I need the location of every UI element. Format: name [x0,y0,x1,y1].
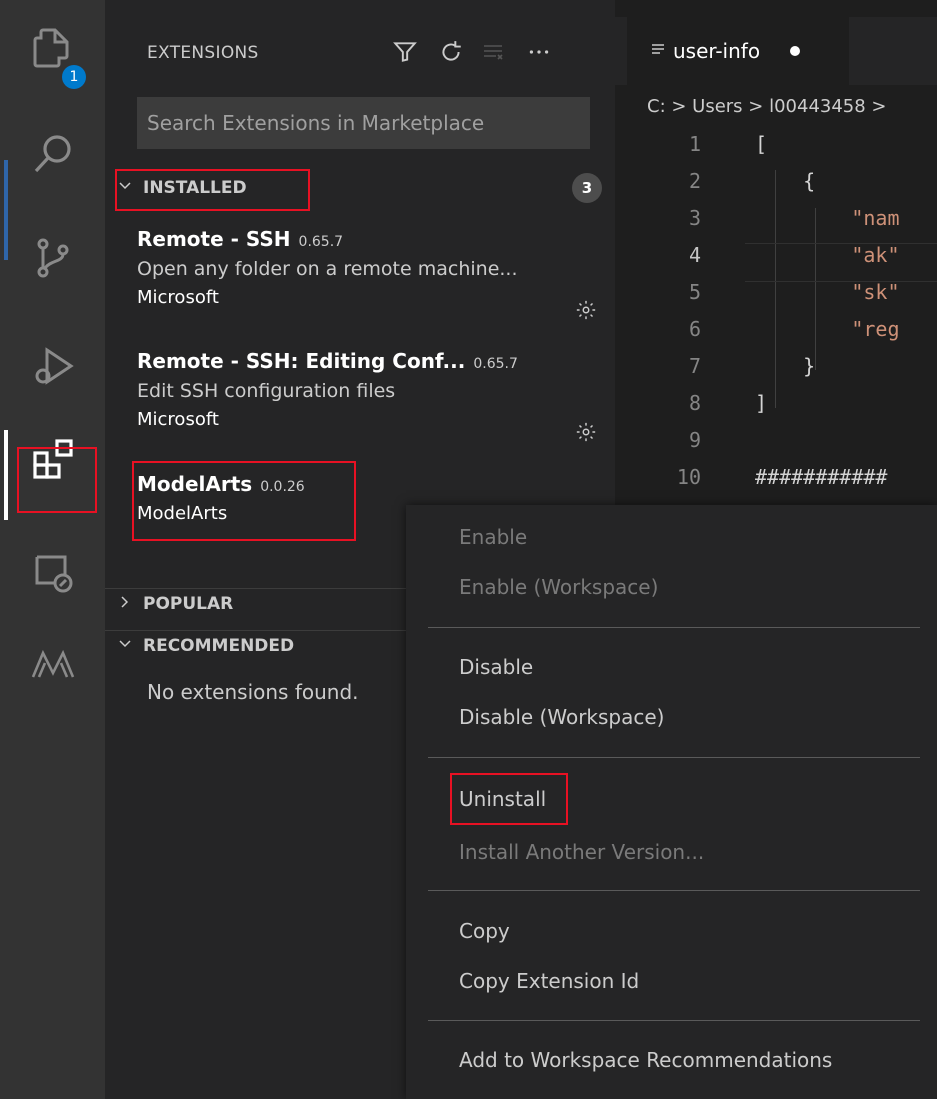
code-line: 5 "sk" [615,280,937,317]
search-icon [29,131,77,183]
menu-item-add-to-workspace-recommendations[interactable]: Add to Workspace Recommendations [459,1048,832,1072]
code-line: 4 "ak" [615,243,937,280]
menu-item-enable-workspace: Enable (Workspace) [459,575,659,599]
remote-explorer-icon [29,549,77,601]
line-number: 10 [676,465,701,489]
activity-search[interactable] [0,112,105,202]
filter-icon [392,39,418,69]
tab-label: user-info [673,39,761,63]
line-number: 8 [688,391,701,415]
extension-name: Remote - SSH: Editing Conf... [137,349,466,373]
line-number: 4 [688,243,701,267]
line-text: [ [755,132,768,156]
activity-modelarts[interactable] [0,622,105,712]
menu-item-enable: Enable [459,525,528,549]
menu-item-install-another-version: Install Another Version... [459,840,705,864]
line-number: 3 [688,206,701,230]
activity-bar: 1 [0,0,105,1099]
recommended-label: RECOMMENDED [143,636,295,656]
extension-publisher: Microsoft [137,409,219,430]
menu-separator [428,890,920,891]
vscode-window: 1 EXTENSIONS Search Extensions in Market… [0,0,937,1099]
code-line: 8] [615,391,937,428]
line-text: { [755,169,816,193]
extension-name-row: Remote - SSH: Editing Conf... 0.65.7 [137,349,597,373]
activity-explorer[interactable]: 1 [0,5,105,95]
more-icon [526,39,552,69]
refresh-icon [438,39,464,69]
filter-button[interactable] [392,36,418,72]
line-text: "reg [755,317,900,341]
line-text: "sk" [755,280,900,304]
line-number: 2 [688,169,701,193]
menu-separator [428,627,920,628]
activity-scroll-marker [4,160,8,260]
highlight-installed [115,169,310,211]
extension-item-remote-ssh-edit[interactable]: Remote - SSH: Editing Conf... 0.65.7 Edit… [137,349,597,442]
highlight-extensions-activity [17,447,97,513]
line-text: } [755,354,816,378]
line-text: ########### [755,465,888,489]
extension-name: Remote - SSH [137,227,291,251]
refresh-button[interactable] [438,36,464,72]
line-text: ] [755,391,768,415]
line-number: 1 [688,132,701,156]
menu-item-disable[interactable]: Disable [459,655,533,679]
extension-version: 0.65.7 [473,356,518,372]
menu-separator [428,757,920,758]
extension-item-remote-ssh[interactable]: Remote - SSH 0.65.7 Open any folder on a … [137,227,597,320]
line-text: "ak" [755,243,900,267]
code-line: 3 "nam [615,206,937,243]
explorer-badge: 1 [62,65,86,89]
run-debug-icon [29,342,77,394]
more-actions-button[interactable] [526,36,552,72]
extension-description: Open any folder on a remote machine... [137,258,518,280]
code-line: 2 { [615,169,937,206]
popular-label: POPULAR [143,594,234,614]
line-number: 9 [688,428,701,452]
manage-gear-icon[interactable] [575,421,597,443]
highlight-uninstall [450,773,568,825]
installed-count-badge: 3 [572,173,602,203]
search-placeholder: Search Extensions in Marketplace [147,111,485,135]
line-number: 6 [688,317,701,341]
clear-icon [481,40,505,68]
tab-user-info[interactable]: user-info [627,17,849,85]
text-file-icon [651,39,665,63]
unsaved-dot-icon[interactable] [790,46,801,56]
sidebar-title: EXTENSIONS [147,43,259,63]
chevron-down-icon [117,636,137,657]
menu-item-copy[interactable]: Copy [459,919,510,943]
code-line: 10 ########### [615,465,937,502]
activity-source-control[interactable] [0,215,105,305]
extension-name-row: Remote - SSH 0.65.7 [137,227,597,251]
line-number: 7 [688,354,701,378]
code-line: 6 "reg [615,317,937,354]
editor-tab-bar: user-info [615,17,937,85]
activity-remote-explorer[interactable] [0,530,105,620]
manage-gear-icon[interactable] [575,299,597,321]
code-line: 7 } [615,354,937,391]
highlight-modelarts [132,461,356,541]
code-line: 9 [615,428,937,465]
extension-context-menu: Enable Enable (Workspace) Disable Disabl… [406,505,937,1099]
no-extensions-message: No extensions found. [147,680,359,704]
extension-publisher: Microsoft [137,287,219,308]
menu-separator [428,1020,920,1021]
code-line: 1[ [615,132,937,169]
modelarts-icon [29,641,77,693]
menu-item-copy-extension-id[interactable]: Copy Extension Id [459,969,639,993]
source-control-icon [29,234,77,286]
activity-run-debug[interactable] [0,323,105,413]
menu-item-disable-workspace[interactable]: Disable (Workspace) [459,705,664,729]
extension-version: 0.65.7 [298,234,344,250]
line-text: "nam [755,206,900,230]
chevron-right-icon [117,594,137,615]
line-number: 5 [688,280,701,304]
extension-description: Edit SSH configuration files [137,380,396,402]
breadcrumb[interactable]: C: > Users > l00443458 > [647,96,887,117]
search-extensions-input[interactable]: Search Extensions in Marketplace [137,97,590,149]
clear-button[interactable] [481,36,505,72]
